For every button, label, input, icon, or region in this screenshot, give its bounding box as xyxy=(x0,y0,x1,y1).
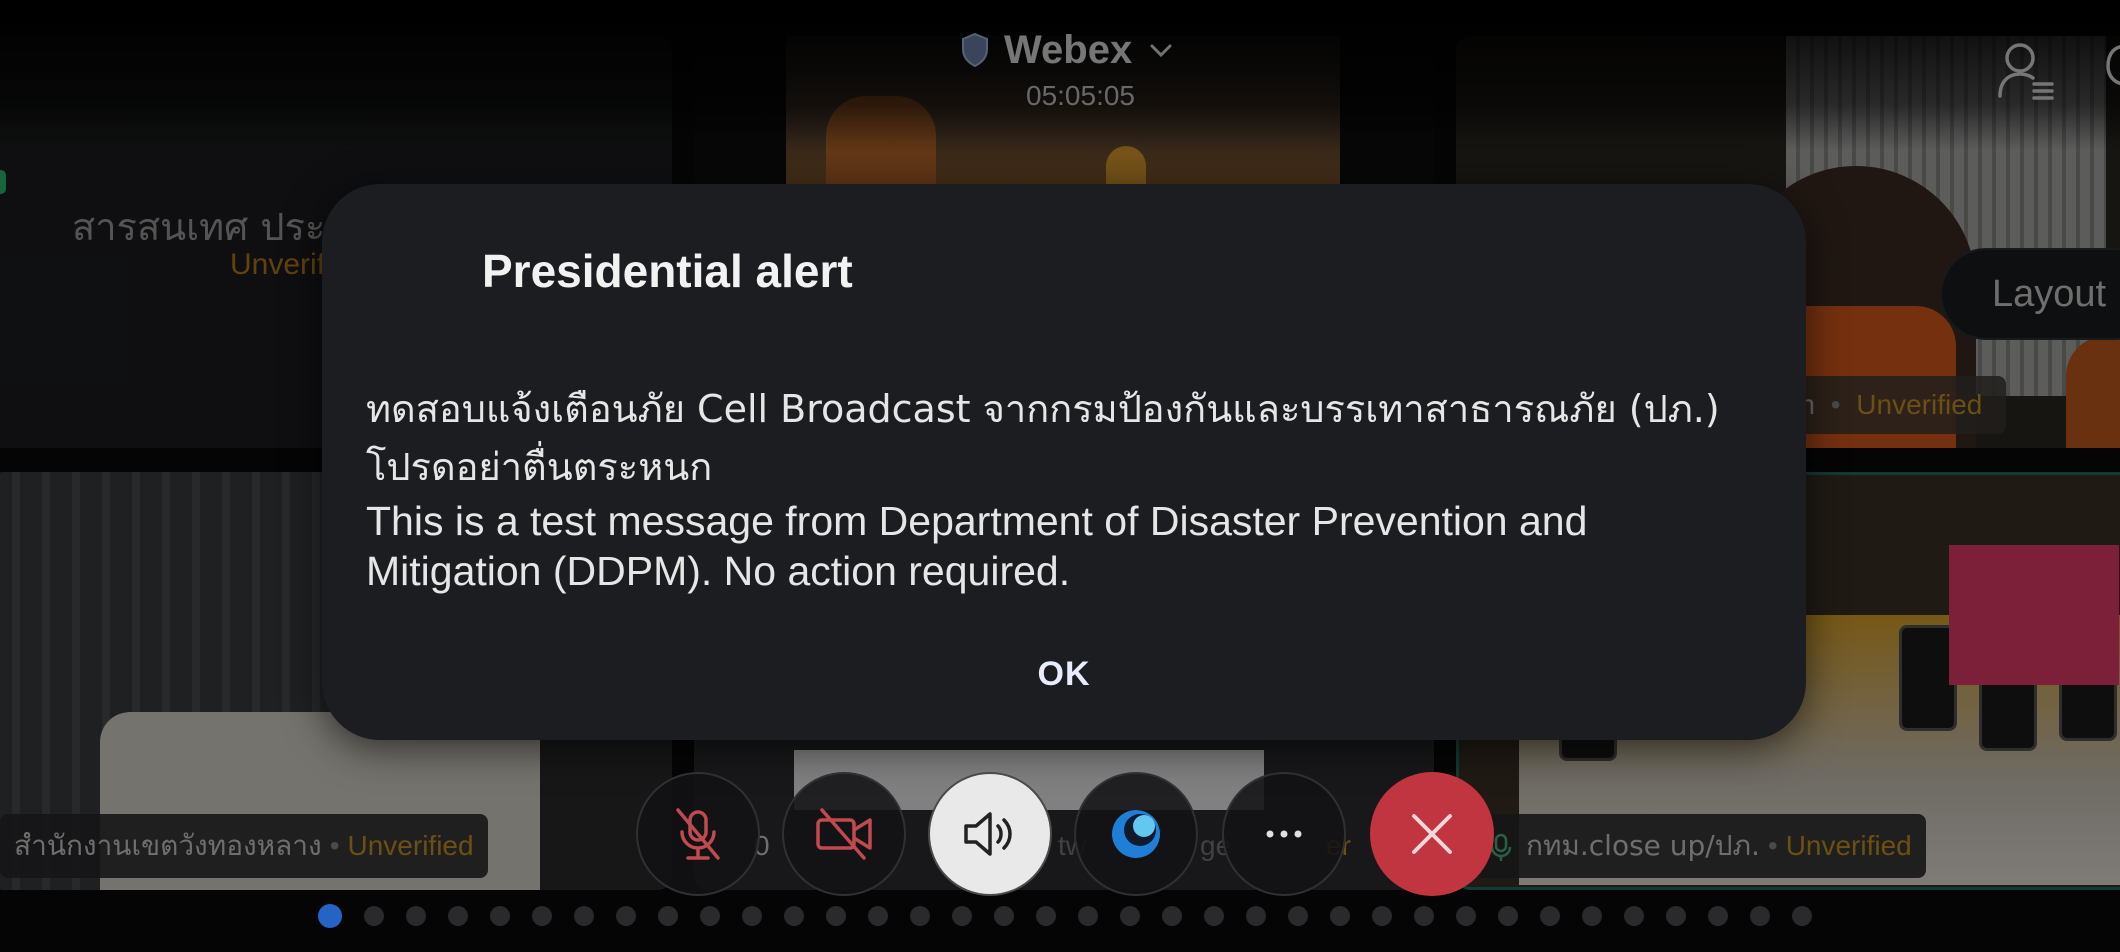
page-dot[interactable] xyxy=(1288,906,1308,926)
page-dot[interactable] xyxy=(318,904,342,928)
speaker-button[interactable] xyxy=(928,772,1052,896)
page-dot[interactable] xyxy=(994,906,1014,926)
page-indicator[interactable] xyxy=(318,904,1812,928)
page-dot[interactable] xyxy=(406,906,426,926)
mute-button[interactable] xyxy=(636,772,760,896)
speaker-icon xyxy=(964,812,1012,856)
page-dot[interactable] xyxy=(1162,906,1182,926)
page-dot[interactable] xyxy=(1750,906,1770,926)
page-dot[interactable] xyxy=(1792,906,1812,926)
page-dot[interactable] xyxy=(784,906,804,926)
video-button[interactable] xyxy=(782,772,906,896)
page-dot[interactable] xyxy=(826,906,846,926)
dialog-message: ทดสอบแจ้งเตือนภัย Cell Broadcast จากกรมป… xyxy=(366,380,1766,596)
app-button[interactable] xyxy=(1074,772,1198,896)
page-dot[interactable] xyxy=(1120,906,1140,926)
page-dot[interactable] xyxy=(952,906,972,926)
more-button[interactable] xyxy=(1222,772,1346,896)
page-dot[interactable] xyxy=(1582,906,1602,926)
webex-logo-icon xyxy=(1112,810,1160,858)
meeting-screen: สารสนเทศ ประ Unverifi am • Unverified xyxy=(0,0,2120,952)
presidential-alert-dialog: Presidential alert ทดสอบแจ้งเตือนภัย Cel… xyxy=(322,184,1806,740)
dialog-title: Presidential alert xyxy=(482,245,853,297)
page-dot[interactable] xyxy=(658,906,678,926)
page-dot[interactable] xyxy=(1666,906,1686,926)
ok-button[interactable]: OK xyxy=(1012,644,1116,704)
page-dot[interactable] xyxy=(910,906,930,926)
page-dot[interactable] xyxy=(1708,906,1728,926)
page-dot[interactable] xyxy=(1540,906,1560,926)
page-dot[interactable] xyxy=(574,906,594,926)
page-dot[interactable] xyxy=(532,906,552,926)
page-dot[interactable] xyxy=(1036,906,1056,926)
page-dot[interactable] xyxy=(700,906,720,926)
video-off-icon xyxy=(816,808,872,860)
page-dot[interactable] xyxy=(1498,906,1518,926)
mic-muted-icon xyxy=(676,808,720,860)
page-dot[interactable] xyxy=(1246,906,1266,926)
dialog-message-thai: ทดสอบแจ้งเตือนภัย Cell Broadcast จากกรมป… xyxy=(366,387,1720,489)
page-dot[interactable] xyxy=(1204,906,1224,926)
page-dot[interactable] xyxy=(1414,906,1434,926)
page-dot[interactable] xyxy=(616,906,636,926)
page-dot[interactable] xyxy=(1078,906,1098,926)
page-dot[interactable] xyxy=(868,906,888,926)
page-dot[interactable] xyxy=(448,906,468,926)
more-icon xyxy=(1266,830,1302,838)
end-call-button[interactable] xyxy=(1370,772,1494,896)
page-dot[interactable] xyxy=(1456,906,1476,926)
close-icon xyxy=(1412,814,1452,854)
dialog-message-english: This is a test message from Department o… xyxy=(366,498,1588,594)
page-dot[interactable] xyxy=(364,906,384,926)
page-dot[interactable] xyxy=(1624,906,1644,926)
page-dot[interactable] xyxy=(1372,906,1392,926)
page-dot[interactable] xyxy=(490,906,510,926)
page-dot[interactable] xyxy=(742,906,762,926)
page-dot[interactable] xyxy=(1330,906,1350,926)
